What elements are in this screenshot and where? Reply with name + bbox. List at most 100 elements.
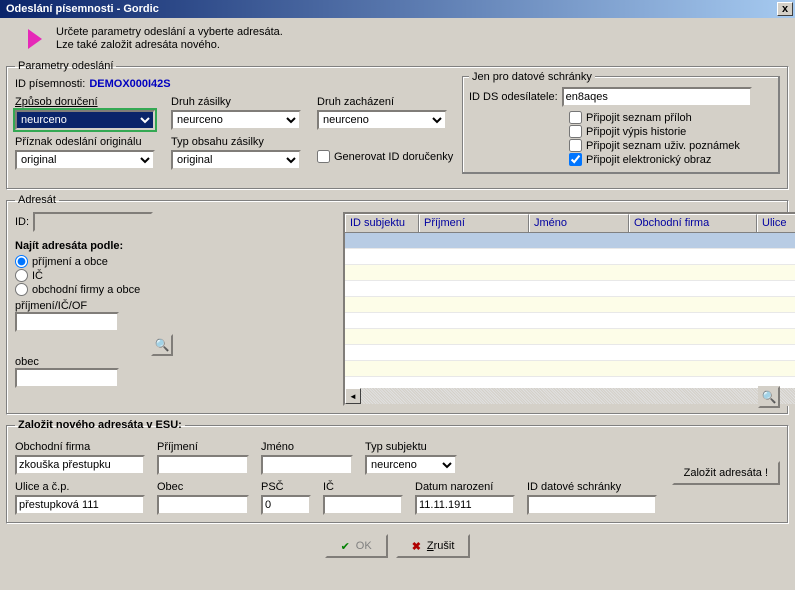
id-ds-zalozit-input[interactable] xyxy=(527,495,657,515)
grid-row[interactable] xyxy=(345,281,795,297)
ok-label: OK xyxy=(356,540,372,552)
zalozit-adresata-button[interactable]: Založit adresáta ! xyxy=(672,461,780,485)
najit-label: Najít adresáta podle: xyxy=(15,240,173,252)
grid-body xyxy=(345,233,795,393)
title-bar: Odeslání písemnosti - Gordic x xyxy=(0,0,795,18)
gen-id-checkbox[interactable] xyxy=(317,150,330,163)
gh-ulice[interactable]: Ulice xyxy=(757,214,795,232)
grid-row-selected[interactable] xyxy=(345,233,795,249)
grid-row[interactable] xyxy=(345,361,795,377)
adresat-grid[interactable]: ID subjektu Příjmení Jméno Obchodní firm… xyxy=(343,212,795,406)
magnifier-icon: 🔍 xyxy=(155,338,170,352)
chk-historie-label: Připojit výpis historie xyxy=(586,126,686,138)
chk-obraz[interactable] xyxy=(569,153,582,166)
zpusob-select[interactable]: neurceno xyxy=(15,110,155,130)
druh-zachazeni-select[interactable]: neurceno xyxy=(317,110,447,130)
obchodni-firma-input[interactable] xyxy=(15,455,145,475)
adresat-id-input xyxy=(33,212,153,232)
zalozit-legend: Založit nového adresáta v ESU: xyxy=(15,419,185,431)
psc-label: PSČ xyxy=(261,481,311,493)
gh-jmeno[interactable]: Jméno xyxy=(529,214,629,232)
psc-input[interactable] xyxy=(261,495,311,515)
chk-prilohy[interactable] xyxy=(569,111,582,124)
radio-firma-label: obchodní firmy a obce xyxy=(32,284,140,296)
magnifier-icon: 🔍 xyxy=(762,390,777,404)
grid-search-button[interactable]: 🔍 xyxy=(758,386,780,408)
datum-label: Datum narození xyxy=(415,481,515,493)
id-pis-value: DEMOX000I42S xyxy=(89,78,170,90)
close-icon: x xyxy=(782,3,788,15)
ic-label: IČ xyxy=(323,481,403,493)
ic-input[interactable] xyxy=(323,495,403,515)
search-button-left[interactable]: 🔍 xyxy=(151,334,173,356)
radio-prijmeni-label: příjmení a obce xyxy=(32,256,108,268)
zalozit-jmeno-label: Jméno xyxy=(261,441,353,453)
gh-firma[interactable]: Obchodní firma xyxy=(629,214,757,232)
zpusob-label: Způsob doručení xyxy=(15,96,155,108)
grid-row[interactable] xyxy=(345,297,795,313)
adresat-left-panel: ID: Najít adresáta podle: příjmení a obc… xyxy=(15,212,173,388)
id-label: ID: xyxy=(15,216,29,228)
zalozit-jmeno-input[interactable] xyxy=(261,455,353,475)
ulice-input[interactable] xyxy=(15,495,145,515)
cancel-label: Zrušit xyxy=(427,540,455,552)
typ-subjektu-select[interactable]: neurceno xyxy=(365,455,457,475)
id-ds-zalozit-label: ID datové schránky xyxy=(527,481,657,493)
params-fieldset: Parametry odeslání ID písemnosti: DEMOX0… xyxy=(6,60,789,190)
chk-historie[interactable] xyxy=(569,125,582,138)
obec-label: Obec xyxy=(157,481,249,493)
ulice-label: Ulice a č.p. xyxy=(15,481,145,493)
scroll-left-icon[interactable]: ◄ xyxy=(345,388,361,404)
typ-obsahu-select[interactable]: original xyxy=(171,150,301,170)
chk-prilohy-label: Připojit seznam příloh xyxy=(586,112,692,124)
ok-button: ✔ OK xyxy=(325,534,388,558)
id-ds-label: ID DS odesílatele: xyxy=(469,91,558,103)
obec-input[interactable] xyxy=(157,495,249,515)
radio-firma[interactable] xyxy=(15,283,28,296)
grid-row[interactable] xyxy=(345,249,795,265)
chk-poznamek-label: Připojit seznam uživ. poznámek xyxy=(586,140,740,152)
instruction-line1: Určete parametry odeslání a vyberte adre… xyxy=(56,26,283,39)
typ-subjektu-label: Typ subjektu xyxy=(365,441,457,453)
check-icon: ✔ xyxy=(341,540,350,553)
chk-poznamek[interactable] xyxy=(569,139,582,152)
grid-row[interactable] xyxy=(345,265,795,281)
radio-ic[interactable] xyxy=(15,269,28,282)
prijmeni-search-label: příjmení/IČ/OF xyxy=(15,300,173,312)
grid-header-row: ID subjektu Příjmení Jméno Obchodní firm… xyxy=(345,214,795,233)
arrow-icon xyxy=(28,29,42,49)
adresat-legend: Adresát xyxy=(15,194,59,206)
x-icon: ✖ xyxy=(412,540,421,553)
instruction-row: Určete parametry odeslání a vyberte adre… xyxy=(0,18,795,58)
footer-buttons: ✔ OK ✖ Zrušit xyxy=(0,528,795,564)
id-ds-input[interactable] xyxy=(562,87,752,107)
adresat-fieldset: Adresát ID: Najít adresáta podle: příjme… xyxy=(6,194,789,415)
zalozit-prijmeni-input[interactable] xyxy=(157,455,249,475)
cancel-button[interactable]: ✖ Zrušit xyxy=(396,534,471,558)
scroll-track[interactable] xyxy=(361,388,795,404)
typ-obsahu-label: Typ obsahu zásilky xyxy=(171,136,301,148)
druh-zasilky-select[interactable]: neurceno xyxy=(171,110,301,130)
close-button[interactable]: x xyxy=(777,2,793,16)
grid-row[interactable] xyxy=(345,313,795,329)
grid-row[interactable] xyxy=(345,345,795,361)
obec-search-input[interactable] xyxy=(15,368,119,388)
prijmeni-search-input[interactable] xyxy=(15,312,119,332)
horizontal-scrollbar[interactable]: ◄ ► xyxy=(345,388,795,404)
instruction-line2: Lze také založit adresáta nového. xyxy=(56,39,283,52)
radio-ic-label: IČ xyxy=(32,270,43,282)
obchodni-firma-label: Obchodní firma xyxy=(15,441,145,453)
grid-row[interactable] xyxy=(345,329,795,345)
gh-prijmeni[interactable]: Příjmení xyxy=(419,214,529,232)
druh-zachazeni-label: Druh zacházení xyxy=(317,96,447,108)
radio-prijmeni[interactable] xyxy=(15,255,28,268)
zalozit-prijmeni-label: Příjmení xyxy=(157,441,249,453)
chk-obraz-label: Připojit elektronický obraz xyxy=(586,154,711,166)
instruction-text: Určete parametry odeslání a vyberte adre… xyxy=(56,26,283,52)
datum-input[interactable] xyxy=(415,495,515,515)
obec-search-label: obec xyxy=(15,356,173,368)
gh-id-subjektu[interactable]: ID subjektu xyxy=(345,214,419,232)
priznak-select[interactable]: original xyxy=(15,150,155,170)
id-pis-label: ID písemnosti: xyxy=(15,78,85,90)
priznak-label: Příznak odeslání originálu xyxy=(15,136,155,148)
